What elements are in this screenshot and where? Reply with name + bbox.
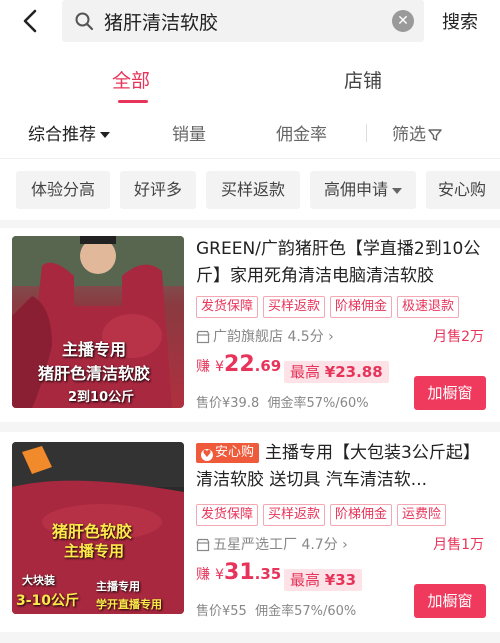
search-query: 猪肝清洁软胶	[104, 12, 219, 34]
chip-high-commission[interactable]: 高佣申请	[310, 171, 416, 209]
sort-comprehensive-label: 综合推荐	[28, 125, 96, 145]
image-caption: 大块装	[22, 574, 55, 587]
search-input[interactable]: 猪肝清洁软胶 ✕	[62, 0, 424, 42]
add-to-showcase-button[interactable]: 加橱窗	[414, 584, 486, 618]
chip-experience-score[interactable]: 体验分高	[16, 171, 110, 209]
earn-amount: 赚 ¥31.35	[196, 560, 281, 585]
funnel-icon	[428, 129, 442, 141]
max-label: 最高	[290, 363, 321, 381]
sort-sales[interactable]: 销量	[172, 120, 206, 145]
product-card[interactable]: 猪肝色软胶 主播专用 大块装 3-10公斤 主播专用 学开直播专用 ♥ 安心购 主播…	[0, 432, 500, 632]
product-image: 主播专用 猪肝色清洁软胶 2到10公斤	[12, 236, 184, 408]
tag: 阶梯佣金	[330, 504, 393, 526]
caret-down-icon	[100, 132, 110, 138]
image-caption: 猪肝色软胶	[52, 522, 133, 541]
max-value: ¥23.88	[324, 363, 383, 381]
product-title[interactable]: ♥ 安心购 主播专用【大包装3公斤起】清洁软胶 送切具 汽车清洁软...	[196, 440, 488, 494]
sort-comprehensive[interactable]: 综合推荐	[28, 120, 110, 145]
earn-amount: 赚 ¥22.69	[196, 352, 281, 377]
image-caption: 主播专用	[96, 580, 140, 593]
sort-divider	[366, 124, 367, 142]
shop-name: 广韵旗舰店 4.5分	[213, 329, 324, 345]
product-tags: 发货保障 买样返款 阶梯佣金 极速退款	[196, 296, 460, 318]
chip-high-commission-label: 高佣申请	[323, 180, 388, 199]
add-to-showcase-button[interactable]: 加橱窗	[414, 376, 486, 410]
chevron-right-icon: ›	[337, 537, 348, 553]
search-header: 猪肝清洁软胶 ✕ 搜索	[0, 0, 500, 46]
shield-heart-icon: ♥	[201, 449, 213, 461]
max-earn-badge: 最高 ¥33	[284, 569, 363, 591]
search-button[interactable]: 搜索	[442, 8, 478, 34]
store-icon	[196, 330, 210, 344]
tag: 运费险	[397, 504, 447, 526]
earn-prefix: 赚	[196, 359, 210, 375]
product-title[interactable]: GREEN/广韵猪肝色【学直播2到10公斤】家用死角清洁电脑清洁软胶	[196, 236, 488, 290]
tab-indicator	[118, 100, 148, 103]
filter-chip-row: 体验分高 好评多 买样返款 高佣申请 安心购	[0, 158, 500, 220]
price-label: 售价¥39.8	[196, 396, 260, 411]
sort-commission-rate[interactable]: 佣金率	[276, 120, 327, 145]
image-caption: 主播专用	[64, 542, 125, 560]
shop-link[interactable]: 五星严选工厂 4.7分 ›	[196, 534, 348, 554]
search-icon	[74, 11, 94, 31]
sort-bar: 综合推荐 销量 佣金率 筛选	[0, 108, 500, 158]
chip-good-reviews[interactable]: 好评多	[120, 171, 196, 209]
tag: 发货保障	[196, 296, 259, 318]
anxin-badge: ♥ 安心购	[196, 443, 260, 463]
product-tags: 发货保障 买样返款 阶梯佣金 运费险	[196, 504, 447, 526]
clear-icon[interactable]: ✕	[392, 10, 414, 32]
shop-name: 五星严选工厂 4.7分	[213, 537, 338, 553]
tab-store[interactable]: 店铺	[344, 66, 382, 93]
tag: 发货保障	[196, 504, 259, 526]
chip-anxin[interactable]: 安心购	[426, 171, 500, 209]
earn-currency: ¥	[215, 567, 225, 583]
monthly-sales: 月售2万	[433, 329, 484, 345]
tag: 买样返款	[263, 296, 326, 318]
store-icon	[196, 538, 210, 552]
result-tabs: 全部 店铺	[0, 46, 500, 108]
caret-down-icon	[392, 187, 402, 194]
earn-currency: ¥	[215, 359, 225, 375]
earn-decimal: .69	[254, 357, 282, 375]
tag: 买样返款	[263, 504, 326, 526]
anxin-badge-label: 安心购	[215, 445, 255, 460]
back-arrow-icon[interactable]	[18, 8, 44, 34]
price-commission: 售价¥39.8 佣金率57%/60%	[196, 392, 369, 411]
monthly-sales: 月售1万	[433, 537, 484, 553]
price-commission: 售价¥55 佣金率57%/60%	[196, 600, 356, 619]
filter-label: 筛选	[392, 125, 426, 145]
image-caption: 3-10公斤	[16, 593, 80, 609]
image-caption: 2到10公斤	[68, 390, 135, 405]
chip-sample-refund[interactable]: 买样返款	[206, 171, 300, 209]
max-earn-badge: 最高 ¥23.88	[284, 361, 389, 383]
earn-int: 22	[224, 352, 255, 377]
earn-decimal: .35	[254, 565, 282, 583]
filter-button[interactable]: 筛选	[392, 120, 442, 145]
max-value: ¥33	[324, 571, 357, 589]
tag: 阶梯佣金	[330, 296, 393, 318]
price-label: 售价¥55	[196, 604, 247, 619]
product-card[interactable]: 主播专用 猪肝色清洁软胶 2到10公斤 GREEN/广韵猪肝色【学直播2到10公…	[0, 228, 500, 422]
commission-rate-label: 佣金率57%/60%	[255, 604, 357, 619]
image-caption: 主播专用	[62, 340, 127, 359]
commission-rate-label: 佣金率57%/60%	[267, 396, 369, 411]
tab-all[interactable]: 全部	[112, 66, 150, 93]
image-caption: 学开直播专用	[96, 598, 162, 611]
earn-int: 31	[224, 560, 255, 585]
tag: 极速退款	[397, 296, 460, 318]
max-label: 最高	[290, 571, 321, 589]
product-image: 猪肝色软胶 主播专用 大块装 3-10公斤 主播专用 学开直播专用	[12, 442, 184, 614]
shop-link[interactable]: 广韵旗舰店 4.5分 ›	[196, 326, 334, 346]
earn-prefix: 赚	[196, 567, 210, 583]
chevron-right-icon: ›	[323, 329, 334, 345]
image-caption: 猪肝色清洁软胶	[38, 364, 151, 383]
